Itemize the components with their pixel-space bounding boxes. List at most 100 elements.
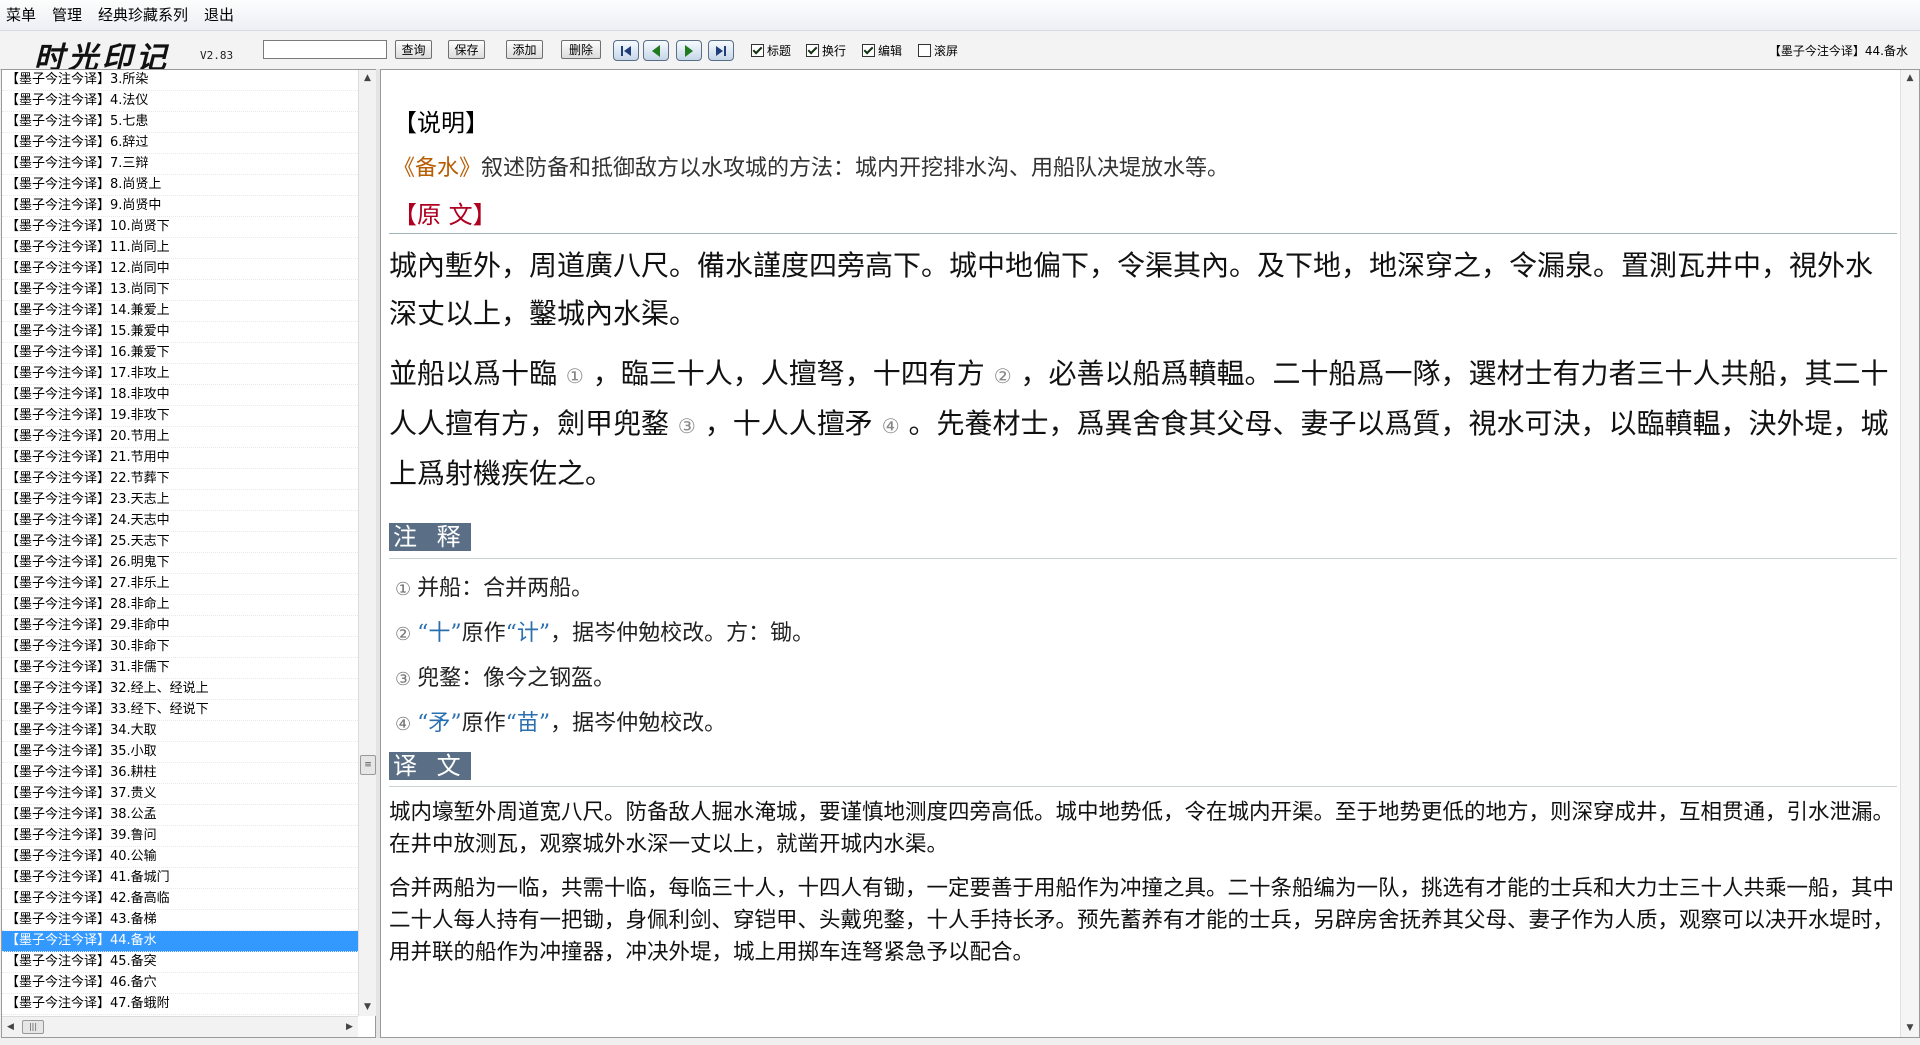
next-record-button[interactable] (676, 40, 702, 61)
toolbar: 时光印记 V2.83 查询 保存 添加 删除 标题 换行 编辑 滚屏 【墨子今注… (0, 31, 1920, 76)
search-input[interactable] (263, 40, 387, 59)
note-reference[interactable]: ③ (678, 414, 696, 438)
chapter-list-item[interactable]: 【墨子今注今译】22.节葬下 (2, 469, 358, 490)
menu-item-classics[interactable]: 经典珍藏系列 (90, 0, 196, 30)
note-text: 原作 (461, 621, 506, 646)
scroll-thumb[interactable]: ||| (22, 1020, 44, 1034)
scroll-checkbox[interactable]: 滚屏 (918, 41, 958, 59)
chapter-list-item[interactable]: 【墨子今注今译】47.备蛾附 (2, 994, 358, 1015)
translation-paragraph-2: 合并两船为一临，共需十临，每临三十人，十四人有锄，一定要善于用船作为冲撞之具。二… (389, 876, 1895, 965)
chapter-list-item[interactable]: 【墨子今注今译】10.尚贤下 (2, 217, 358, 238)
checkbox-label: 标题 (767, 43, 792, 58)
chapter-list-item[interactable]: 【墨子今注今译】12.尚同中 (2, 259, 358, 280)
chapter-list-item[interactable]: 【墨子今注今译】30.非命下 (2, 637, 358, 658)
chapter-list-item[interactable]: 【墨子今注今译】6.辞过 (2, 133, 358, 154)
skip-last-icon (716, 45, 726, 56)
note-highlight: “苗” (505, 711, 551, 736)
chapter-list-item[interactable]: 【墨子今注今译】13.尚同下 (2, 280, 358, 301)
chapter-list-item[interactable]: 【墨子今注今译】41.备城门 (2, 868, 358, 889)
save-button[interactable]: 保存 (448, 40, 485, 59)
scroll-up-arrow-icon[interactable]: ▲ (1901, 70, 1919, 87)
chapter-list-item[interactable]: 【墨子今注今译】27.非乐上 (2, 574, 358, 595)
query-button[interactable]: 查询 (395, 40, 432, 59)
menu-item-exit[interactable]: 退出 (196, 0, 242, 30)
chapter-list-item[interactable]: 【墨子今注今译】25.天志下 (2, 532, 358, 553)
chapter-list-item[interactable]: 【墨子今注今译】21.节用中 (2, 448, 358, 469)
note-number: ④ (395, 714, 412, 735)
note-reference[interactable]: ① (566, 364, 584, 388)
note-reference[interactable]: ② (994, 364, 1012, 388)
note-item: ④ “矛”原作“苗”，据岑仲勉校改。 (395, 705, 726, 737)
chapter-list-item[interactable]: 【墨子今注今译】26.明鬼下 (2, 553, 358, 574)
chapter-list-item[interactable]: 【墨子今注今译】24.天志中 (2, 511, 358, 532)
chapter-list-vertical-scrollbar[interactable]: ▲ ≡ ▼ (358, 70, 376, 1016)
chapter-list-item[interactable]: 【墨子今注今译】40.公输 (2, 847, 358, 868)
chapter-list-item[interactable]: 【墨子今注今译】46.备穴 (2, 973, 358, 994)
menu-item-menu[interactable]: 菜单 (0, 0, 44, 30)
content-vertical-scrollbar[interactable]: ▲ ▼ (1900, 70, 1919, 1037)
chapter-list-item[interactable]: 【墨子今注今译】7.三辩 (2, 154, 358, 175)
description-text: 《备水》叙述防备和抵御敌方以水攻城的方法：城内开挖排水沟、用船队决堤放水等。 (393, 150, 1229, 182)
chapter-list-item[interactable]: 【墨子今注今译】29.非命中 (2, 616, 358, 637)
chapter-list-item[interactable]: 【墨子今注今译】5.七患 (2, 112, 358, 133)
chapter-list-item[interactable]: 【墨子今注今译】17.非攻上 (2, 364, 358, 385)
chapter-list[interactable]: 【墨子今注今译】3.所染 【墨子今注今译】4.法仪 【墨子今注今译】5.七患 【墨子今… (2, 70, 358, 1016)
chapter-list-item[interactable]: 【墨子今注今译】34.大取 (2, 721, 358, 742)
title-checkbox[interactable]: 标题 (751, 41, 791, 59)
chapter-list-item[interactable]: 【墨子今注今译】14.兼爱上 (2, 301, 358, 322)
next-icon (685, 44, 693, 57)
chapter-list-item[interactable]: 【墨子今注今译】18.非攻中 (2, 385, 358, 406)
chapter-list-item[interactable]: 【墨子今注今译】23.天志上 (2, 490, 358, 511)
chapter-list-item[interactable]: 【墨子今注今译】38.公孟 (2, 805, 358, 826)
chapter-list-item[interactable]: 【墨子今注今译】15.兼爱中 (2, 322, 358, 343)
translation-paragraph-1: 城内壕堑外周道宽八尺。防备敌人掘水淹城，要谨慎地测度四旁高低。城中地势低，令在城… (389, 800, 1895, 857)
scroll-up-arrow-icon[interactable]: ▲ (359, 70, 376, 87)
chapter-list-item[interactable]: 【墨子今注今译】19.非攻下 (2, 406, 358, 427)
add-button[interactable]: 添加 (506, 40, 543, 59)
chapter-list-item[interactable]: 【墨子今注今译】11.尚同上 (2, 238, 358, 259)
chapter-list-item[interactable]: 【墨子今注今译】32.经上、经说上 (2, 679, 358, 700)
delete-button[interactable]: 删除 (561, 40, 601, 59)
scroll-thumb[interactable]: ≡ (360, 755, 376, 775)
menu-item-manage[interactable]: 管理 (44, 0, 90, 30)
content-text-area[interactable]: 【说明】 《备水》叙述防备和抵御敌方以水攻城的方法：城内开挖排水沟、用船队决堤放… (381, 70, 1900, 1037)
note-highlight: “矛” (417, 711, 462, 736)
edit-checkbox[interactable]: 编辑 (862, 41, 902, 59)
divider (389, 786, 1897, 787)
scroll-left-arrow-icon[interactable]: ◀ (2, 1017, 19, 1037)
chapter-list-item[interactable]: 【墨子今注今译】39.鲁问 (2, 826, 358, 847)
checkbox-box (751, 43, 764, 57)
prev-record-button[interactable] (643, 40, 669, 61)
chapter-list-item[interactable]: 【墨子今注今译】31.非儒下 (2, 658, 358, 679)
chapter-list-item[interactable]: 【墨子今注今译】42.备高临 (2, 889, 358, 910)
chapter-list-item[interactable]: 【墨子今注今译】45.备突 (2, 952, 358, 973)
chapter-list-item[interactable]: 【墨子今注今译】8.尚贤上 (2, 175, 358, 196)
chapter-list-item[interactable]: 【墨子今注今译】36.耕柱 (2, 763, 358, 784)
first-record-button[interactable] (613, 40, 639, 61)
menu-bar: 菜单 管理 经典珍藏系列 退出 (0, 0, 1920, 31)
note-reference[interactable]: ④ (882, 414, 900, 438)
note-text: 原作 (461, 711, 506, 736)
chapter-list-item[interactable]: 【墨子今注今译】44.备水 (2, 931, 358, 952)
chapter-list-item[interactable]: 【墨子今注今译】37.贵义 (2, 784, 358, 805)
wrap-checkbox[interactable]: 换行 (806, 41, 846, 59)
chapter-list-item[interactable]: 【墨子今注今译】20.节用上 (2, 427, 358, 448)
note-text: 并船：合并两船。 (417, 576, 594, 601)
chapter-list-item[interactable]: 【墨子今注今译】33.经下、经说下 (2, 700, 358, 721)
content-panel: 【说明】 《备水》叙述防备和抵御敌方以水攻城的方法：城内开挖排水沟、用船队决堤放… (380, 69, 1920, 1038)
scroll-down-arrow-icon[interactable]: ▼ (1901, 1020, 1919, 1037)
chapter-list-horizontal-scrollbar[interactable]: ◀ ||| ▶ (2, 1016, 358, 1037)
note-item: ① 并船：合并两船。 (395, 570, 593, 602)
chapter-list-item[interactable]: 【墨子今注今译】16.兼爱下 (2, 343, 358, 364)
chapter-list-item[interactable]: 【墨子今注今译】35.小取 (2, 742, 358, 763)
chapter-list-item[interactable]: 【墨子今注今译】4.法仪 (2, 91, 358, 112)
checkbox-label: 滚屏 (934, 43, 959, 58)
note-text: ，据岑仲勉校改。方：锄。 (550, 621, 815, 646)
scroll-right-arrow-icon[interactable]: ▶ (341, 1017, 358, 1037)
chapter-list-item[interactable]: 【墨子今注今译】3.所染 (2, 70, 358, 91)
chapter-list-item[interactable]: 【墨子今注今译】9.尚贤中 (2, 196, 358, 217)
chapter-list-item[interactable]: 【墨子今注今译】28.非命上 (2, 595, 358, 616)
last-record-button[interactable] (708, 40, 734, 61)
chapter-list-item[interactable]: 【墨子今注今译】43.备梯 (2, 910, 358, 931)
scroll-down-arrow-icon[interactable]: ▼ (359, 999, 376, 1016)
